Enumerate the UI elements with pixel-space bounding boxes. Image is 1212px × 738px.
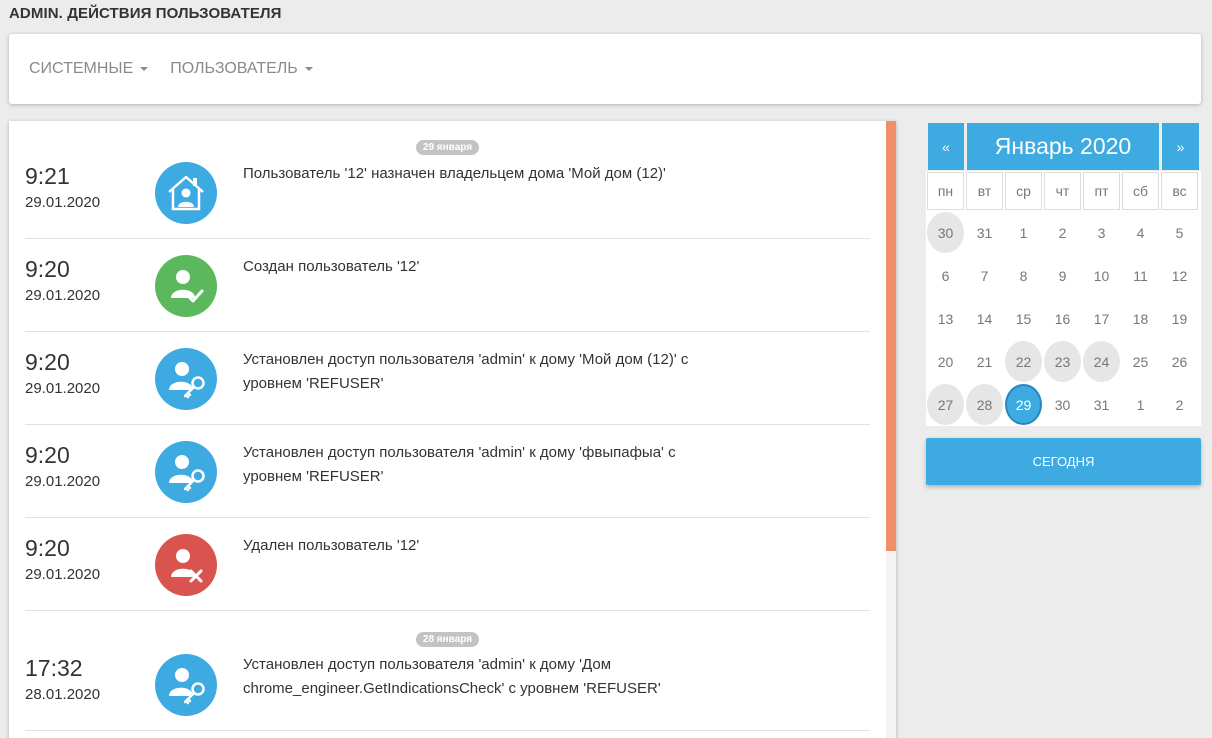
log-entry[interactable]: 9:20 29.01.2020 Установлен доступ пользо… xyxy=(25,332,870,425)
calendar: « Январь 2020 » пн вт ср чт пт сб вс 30 … xyxy=(926,121,1201,431)
activity-log-panel: 29 января 9:21 29.01.2020 Пользователь '… xyxy=(9,121,896,738)
entry-time: 9:21 xyxy=(25,163,70,189)
calendar-day[interactable]: 15 xyxy=(1005,298,1042,339)
calendar-day[interactable]: 20 xyxy=(927,341,964,382)
calendar-day[interactable]: 13 xyxy=(927,298,964,339)
scrollbar-thumb[interactable] xyxy=(886,121,896,551)
calendar-day[interactable]: 11 xyxy=(1122,255,1159,296)
scrollbar[interactable] xyxy=(886,121,896,738)
entry-date: 29.01.2020 xyxy=(25,473,101,490)
calendar-day[interactable]: 22 xyxy=(1005,341,1042,382)
calendar-day[interactable]: 27 xyxy=(927,384,964,425)
entry-date: 29.01.2020 xyxy=(25,287,101,304)
entry-time: 9:20 xyxy=(25,349,70,375)
calendar-day[interactable]: 1 xyxy=(1005,212,1042,253)
calendar-grid: пн вт ср чт пт сб вс 30 31 1 2 3 4 5 6 7… xyxy=(926,171,1201,426)
user-remove-icon xyxy=(155,534,217,596)
entry-message: Пользователь '12' назначен владельцем до… xyxy=(243,165,666,182)
calendar-day[interactable]: 26 xyxy=(1161,341,1198,382)
weekday-label: чт xyxy=(1044,172,1081,210)
entry-message: Установлен доступ пользователя 'admin' к… xyxy=(243,656,661,697)
calendar-day[interactable]: 1 xyxy=(1122,384,1159,425)
calendar-day[interactable]: 30 xyxy=(927,212,964,253)
prev-month-button[interactable]: « xyxy=(928,123,964,170)
filter-bar: СИСТЕМНЫЕ ПОЛЬЗОВАТЕЛЬ xyxy=(9,34,1201,104)
calendar-day[interactable]: 14 xyxy=(966,298,1003,339)
entry-message: Установлен доступ пользователя 'admin' к… xyxy=(243,444,676,485)
user-filter-dropdown[interactable]: ПОЛЬЗОВАТЕЛЬ xyxy=(170,60,313,78)
weekday-label: пн xyxy=(927,172,964,210)
entry-date: 29.01.2020 xyxy=(25,194,101,211)
calendar-day[interactable]: 31 xyxy=(1083,384,1120,425)
entry-date: 29.01.2020 xyxy=(25,566,101,583)
calendar-day[interactable]: 24 xyxy=(1083,341,1120,382)
log-entry[interactable]: 9:20 29.01.2020 Удален пользователь '12' xyxy=(25,518,870,611)
user-key-icon xyxy=(155,441,217,503)
calendar-day[interactable]: 3 xyxy=(1083,212,1120,253)
calendar-day[interactable]: 18 xyxy=(1122,298,1159,339)
user-check-icon xyxy=(155,255,217,317)
week-row: 30 31 1 2 3 4 5 xyxy=(926,211,1201,254)
entry-time: 9:20 xyxy=(25,256,70,282)
weekday-label: вс xyxy=(1161,172,1198,210)
calendar-day[interactable]: 7 xyxy=(966,255,1003,296)
week-row: 27 28 29 30 31 1 2 xyxy=(926,383,1201,426)
caret-down-icon xyxy=(304,67,313,71)
log-entry[interactable]: 9:20 29.01.2020 Установлен доступ пользо… xyxy=(25,425,870,518)
weekday-label: сб xyxy=(1122,172,1159,210)
calendar-day[interactable]: 10 xyxy=(1083,255,1120,296)
entry-message: Установлен доступ пользователя 'admin' к… xyxy=(243,351,689,392)
entry-time: 9:20 xyxy=(25,535,70,561)
calendar-day[interactable]: 17 xyxy=(1083,298,1120,339)
system-filter-dropdown[interactable]: СИСТЕМНЫЕ xyxy=(29,60,149,78)
caret-down-icon xyxy=(140,67,149,71)
calendar-day[interactable]: 5 xyxy=(1161,212,1198,253)
user-key-icon xyxy=(155,348,217,410)
entry-date: 28.01.2020 xyxy=(25,686,101,703)
weekday-label: ср xyxy=(1005,172,1042,210)
entry-message: Удален пользователь '12' xyxy=(243,537,420,554)
week-row: 6 7 8 9 10 11 12 xyxy=(926,254,1201,297)
log-entry[interactable]: 17:32 28.01.2020 Установлен доступ польз… xyxy=(25,637,870,731)
calendar-day[interactable]: 30 xyxy=(1044,384,1081,425)
calendar-day[interactable]: 8 xyxy=(1005,255,1042,296)
calendar-day[interactable]: 2 xyxy=(1161,384,1198,425)
calendar-day[interactable]: 28 xyxy=(966,384,1003,425)
calendar-day[interactable]: 16 xyxy=(1044,298,1081,339)
calendar-day[interactable]: 9 xyxy=(1044,255,1081,296)
system-filter-label: СИСТЕМНЫЕ xyxy=(29,60,134,77)
calendar-day[interactable]: 19 xyxy=(1161,298,1198,339)
entry-time: 17:32 xyxy=(25,655,83,681)
calendar-day[interactable]: 2 xyxy=(1044,212,1081,253)
entry-time: 9:20 xyxy=(25,442,70,468)
weekday-label: пт xyxy=(1083,172,1120,210)
weekday-label: вт xyxy=(966,172,1003,210)
entry-date: 29.01.2020 xyxy=(25,380,101,397)
week-row: 20 21 22 23 24 25 26 xyxy=(926,340,1201,383)
entry-message: Создан пользователь '12' xyxy=(243,258,420,275)
log-entry[interactable]: 9:20 29.01.2020 Создан пользователь '12' xyxy=(25,239,870,332)
calendar-day[interactable]: 23 xyxy=(1044,341,1081,382)
calendar-day[interactable]: 25 xyxy=(1122,341,1159,382)
user-filter-label: ПОЛЬЗОВАТЕЛЬ xyxy=(170,60,298,77)
calendar-day[interactable]: 4 xyxy=(1122,212,1159,253)
week-row: 13 14 15 16 17 18 19 xyxy=(926,297,1201,340)
calendar-day[interactable]: 21 xyxy=(966,341,1003,382)
user-house-icon xyxy=(155,162,217,224)
calendar-day-selected[interactable]: 29 xyxy=(1005,384,1042,425)
calendar-day[interactable]: 31 xyxy=(966,212,1003,253)
calendar-day[interactable]: 6 xyxy=(927,255,964,296)
weekday-row: пн вт ср чт пт сб вс xyxy=(926,171,1201,211)
today-button[interactable]: СЕГОДНЯ xyxy=(926,438,1201,485)
calendar-month-title[interactable]: Январь 2020 xyxy=(967,123,1159,170)
calendar-day[interactable]: 12 xyxy=(1161,255,1198,296)
next-month-button[interactable]: » xyxy=(1162,123,1199,170)
log-entry[interactable]: 9:21 29.01.2020 Пользователь '12' назнач… xyxy=(25,146,870,239)
user-key-icon xyxy=(155,654,217,716)
page-title: ADMIN. ДЕЙСТВИЯ ПОЛЬЗОВАТЕЛЯ xyxy=(9,5,282,22)
